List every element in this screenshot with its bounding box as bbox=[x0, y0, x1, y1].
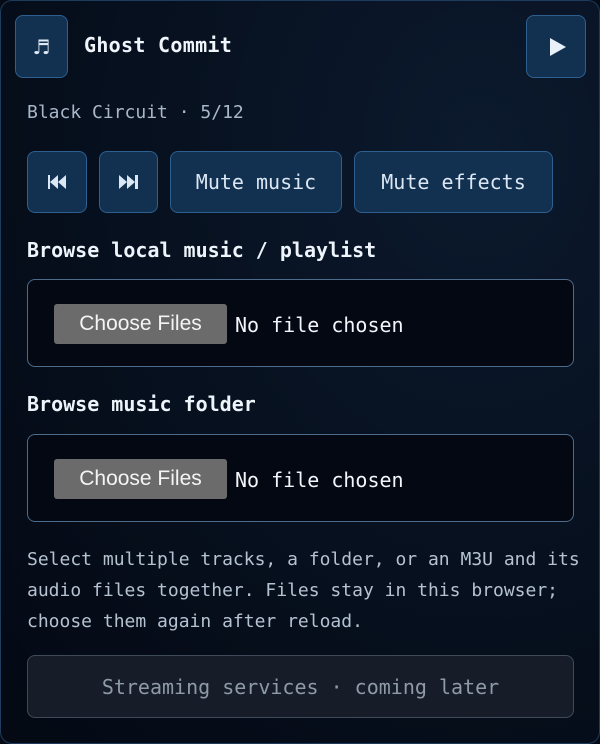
local-music-label: Browse local music / playlist bbox=[27, 238, 377, 262]
choose-files-button[interactable]: Choose Files bbox=[54, 304, 227, 344]
music-folder-label: Browse music folder bbox=[27, 392, 256, 416]
music-note-icon: ♬ bbox=[32, 34, 51, 59]
mute-music-button[interactable]: Mute music bbox=[170, 151, 342, 213]
folder-file-status: No file chosen bbox=[235, 468, 404, 492]
music-folder-file-input[interactable]: Choose Files No file chosen bbox=[27, 434, 574, 522]
skip-previous-icon bbox=[47, 175, 67, 189]
streaming-services-button: Streaming services · coming later bbox=[27, 655, 574, 718]
mute-effects-button[interactable]: Mute effects bbox=[354, 151, 553, 213]
music-note-button[interactable]: ♬ bbox=[15, 15, 68, 78]
local-music-file-input[interactable]: Choose Files No file chosen bbox=[27, 279, 574, 367]
previous-track-button[interactable] bbox=[27, 151, 87, 213]
choose-folder-files-button[interactable]: Choose Files bbox=[54, 459, 227, 499]
music-panel: ♬ Ghost Commit Black Circuit · 5/12 Mute… bbox=[0, 0, 600, 744]
next-track-button[interactable] bbox=[99, 151, 158, 213]
help-text: Select multiple tracks, a folder, or an … bbox=[27, 549, 580, 632]
track-subtitle: Black Circuit · 5/12 bbox=[27, 102, 244, 123]
play-button[interactable] bbox=[526, 15, 586, 78]
skip-next-icon bbox=[119, 175, 138, 189]
play-icon bbox=[549, 37, 566, 56]
track-title: Ghost Commit bbox=[84, 33, 233, 57]
file-status: No file chosen bbox=[235, 313, 404, 337]
